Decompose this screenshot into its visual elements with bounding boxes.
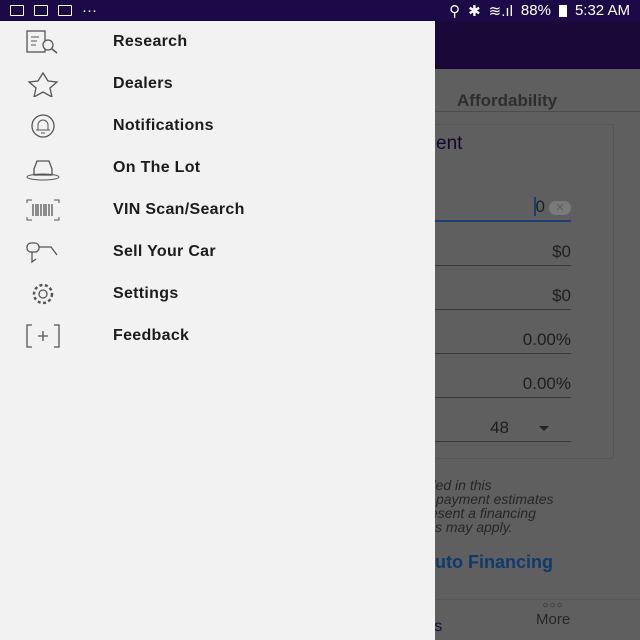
- status-bar: ··· ⚲ ✱ ≋.ıl 88% 5:32 AM: [0, 0, 640, 21]
- drawer-item-label: Notifications: [113, 117, 214, 134]
- bottom-nav-more[interactable]: ○○○ More: [536, 600, 570, 628]
- bluetooth-icon: ✱: [468, 2, 481, 20]
- more-dots-icon: ○○○: [542, 600, 564, 611]
- drawer-item-settings[interactable]: Settings: [0, 273, 435, 315]
- feedback-icon: [26, 324, 60, 348]
- card-heading: ent: [436, 133, 463, 154]
- wifi-signal-icon: ≋.ıl: [488, 2, 513, 20]
- drawer-item-label: Settings: [113, 285, 179, 302]
- clock: 5:32 AM: [574, 2, 630, 19]
- overflow-icon: ···: [82, 2, 97, 19]
- drawer-item-label: Research: [113, 33, 188, 50]
- star-icon: [27, 71, 59, 97]
- location-icon: ⚲: [449, 2, 461, 20]
- car-lot-icon: [26, 160, 60, 181]
- tab-affordability[interactable]: Affordability: [457, 91, 557, 111]
- gear-icon: [32, 283, 54, 305]
- auto-financing-link[interactable]: uto Financing: [435, 552, 553, 573]
- research-icon: [26, 30, 58, 54]
- battery-level: 88%: [520, 2, 551, 19]
- drawer-item-feedback[interactable]: Feedback: [0, 315, 435, 357]
- battery-icon: [558, 4, 567, 17]
- drawer-item-vin-scan[interactable]: VIN Scan/Search: [0, 189, 435, 231]
- drawer-item-research[interactable]: Research: [0, 21, 435, 63]
- gallery-icon: [10, 5, 24, 16]
- drawer-item-label: Dealers: [113, 75, 173, 92]
- bell-icon: [31, 114, 55, 138]
- key-icon: [26, 242, 58, 264]
- barcode-icon: [26, 199, 60, 221]
- drawer-item-notifications[interactable]: Notifications: [0, 105, 435, 147]
- drawer-item-on-the-lot[interactable]: On The Lot: [0, 147, 435, 189]
- navigation-drawer: Research Dealers Notifications On The Lo…: [0, 21, 435, 640]
- drawer-item-label: Sell Your Car: [113, 243, 216, 260]
- dropdown-arrow-icon: [539, 426, 549, 436]
- drawer-item-label: VIN Scan/Search: [113, 201, 245, 218]
- drawer-item-label: Feedback: [113, 327, 190, 344]
- mail-icon: [58, 5, 72, 16]
- drawer-item-sell-your-car[interactable]: Sell Your Car: [0, 231, 435, 273]
- drawer-item-dealers[interactable]: Dealers: [0, 63, 435, 105]
- drawer-item-label: On The Lot: [113, 159, 201, 176]
- clear-icon[interactable]: ✕: [549, 200, 571, 215]
- send-icon: [34, 5, 48, 16]
